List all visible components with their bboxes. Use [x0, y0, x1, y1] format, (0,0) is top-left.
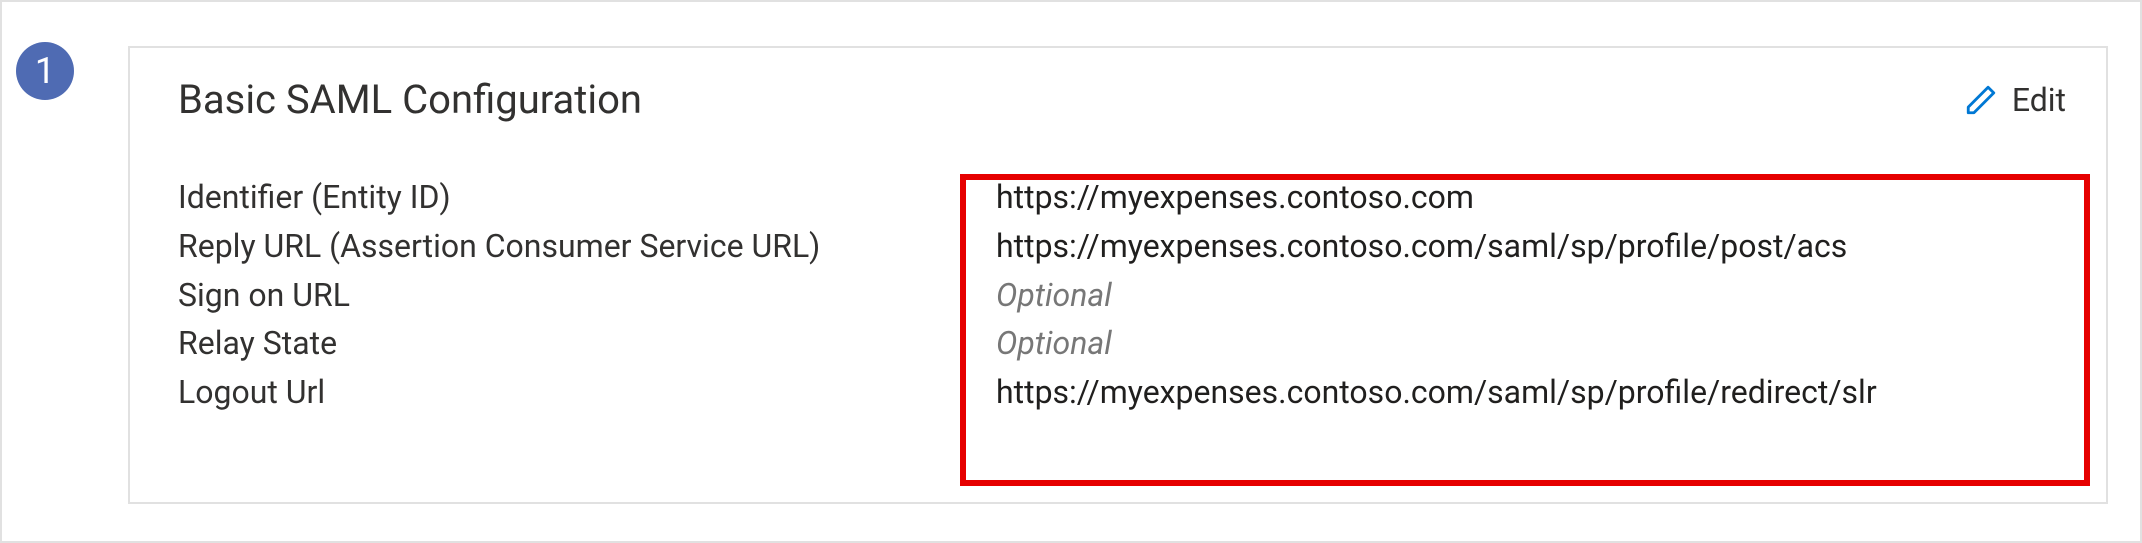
sign-on-url-label: Sign on URL	[178, 273, 996, 318]
panel-container: 1 Basic SAML Configuration Edit Identifi…	[0, 0, 2142, 543]
relay-state-value: Optional	[996, 321, 2066, 366]
relay-state-label: Relay State	[178, 321, 996, 366]
identifier-value: https://myexpenses.contoso.com	[996, 175, 2066, 220]
edit-button-label: Edit	[2012, 81, 2066, 119]
logout-url-label: Logout Url	[178, 370, 996, 415]
config-rows: Identifier (Entity ID) https://myexpense…	[178, 175, 2066, 415]
reply-url-label: Reply URL (Assertion Consumer Service UR…	[178, 224, 996, 269]
logout-url-value: https://myexpenses.contoso.com/saml/sp/p…	[996, 370, 2066, 415]
edit-button[interactable]: Edit	[1964, 81, 2066, 119]
saml-config-card: Basic SAML Configuration Edit Identifier…	[128, 46, 2108, 504]
card-inner: Basic SAML Configuration Edit Identifier…	[130, 48, 2106, 435]
card-title: Basic SAML Configuration	[178, 76, 642, 123]
sign-on-url-value: Optional	[996, 273, 2066, 318]
step-number: 1	[35, 50, 55, 92]
identifier-label: Identifier (Entity ID)	[178, 175, 996, 220]
reply-url-value: https://myexpenses.contoso.com/saml/sp/p…	[996, 224, 2066, 269]
edit-icon	[1964, 83, 1998, 117]
card-header: Basic SAML Configuration Edit	[178, 76, 2066, 123]
step-number-badge: 1	[16, 42, 74, 100]
